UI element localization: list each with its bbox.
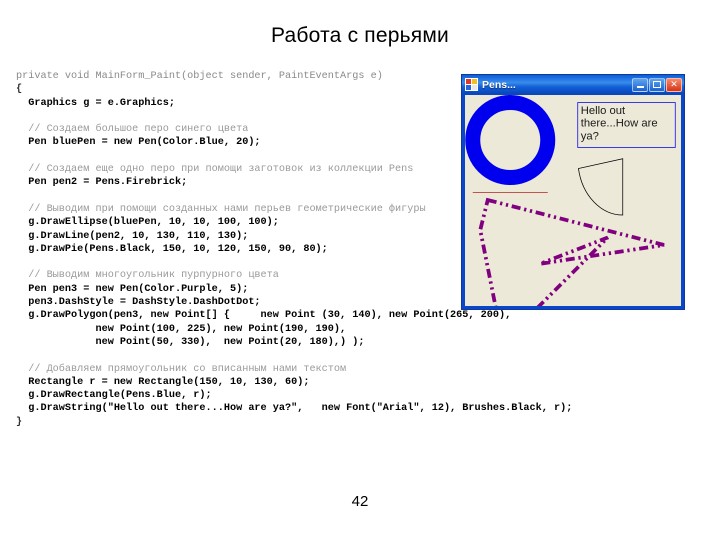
code-line: g.DrawPolygon(pen3, new Point[] { new Po… [16, 310, 512, 322]
maximize-icon [653, 81, 661, 88]
code-line: new Point(50, 330), new Point(20, 180),)… [16, 336, 365, 348]
canvas-drawn-text-line: there...How are [581, 118, 658, 130]
code-line: new Point(100, 225), new Point(190, 190)… [16, 323, 347, 335]
minimize-button[interactable] [632, 77, 648, 92]
canvas-drawn-text-line: ya? [581, 130, 599, 142]
code-line: g.DrawRectangle(Pens.Blue, r); [16, 390, 212, 402]
paint-canvas: Hello out there...How are ya? [465, 95, 681, 306]
window-titlebar: Pens... ✕ [462, 75, 684, 94]
code-line: Rectangle r = new Rectangle(150, 10, 130… [16, 376, 310, 388]
code-line: // Добавляем прямоугольник со вписанным … [16, 363, 347, 375]
app-form-icon [465, 78, 478, 91]
slide-page-number: 42 [351, 493, 369, 510]
code-line: } [16, 416, 23, 428]
minimize-icon [636, 86, 644, 88]
window-caption-buttons: ✕ [632, 77, 682, 92]
canvas-drawn-text-line: Hello out [581, 105, 626, 117]
app-window-screenshot: Pens... ✕ Hello out there...How are ya? [461, 74, 685, 310]
code-line: g.DrawString("Hello out there...How are … [16, 403, 573, 415]
maximize-button[interactable] [649, 77, 665, 92]
page-title: Работа с перьями [271, 24, 449, 47]
close-icon: ✕ [670, 78, 678, 89]
window-client-area: Hello out there...How are ya? [465, 95, 681, 306]
window-title-text: Pens... [482, 78, 516, 91]
close-button[interactable]: ✕ [666, 77, 682, 92]
